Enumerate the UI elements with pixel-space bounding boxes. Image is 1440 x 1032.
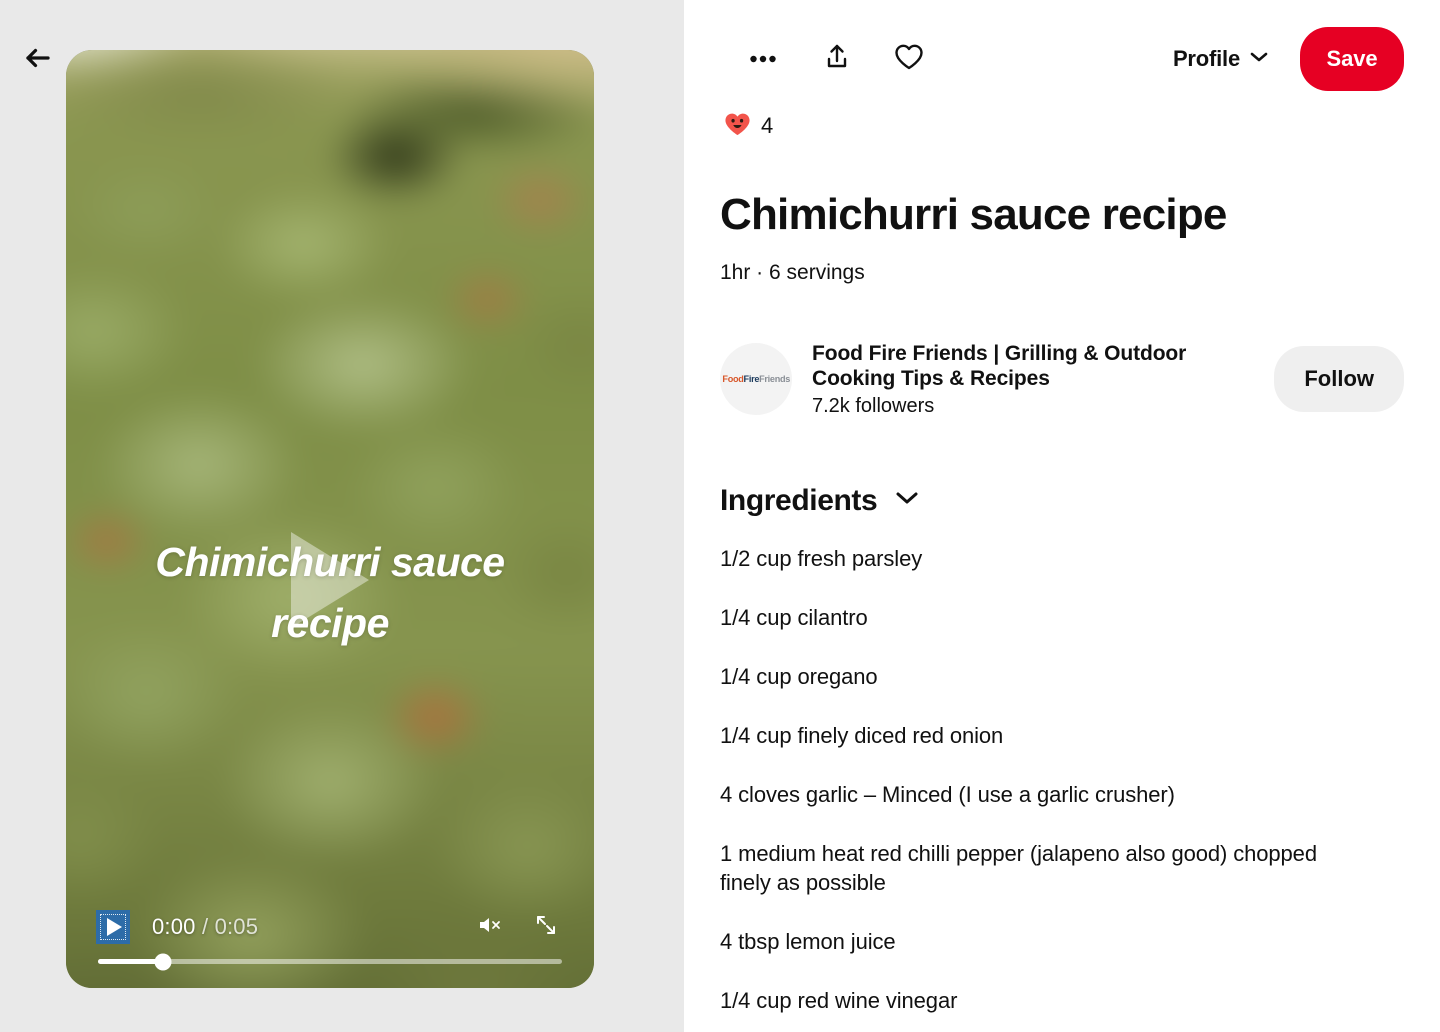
more-options-button[interactable] xyxy=(740,36,786,82)
heart-face-reaction-icon xyxy=(724,111,751,142)
follow-button[interactable]: Follow xyxy=(1274,346,1404,413)
avatar-logo-part3: Friends xyxy=(758,373,790,385)
video-title-overlay: Chimichurri sauce recipe xyxy=(155,539,505,646)
video-controls-row: 0:00 / 0:05 xyxy=(96,905,564,949)
ingredients-list: 1/2 cup fresh parsley 1/4 cup cilantro 1… xyxy=(720,544,1404,1015)
share-icon xyxy=(824,43,850,76)
profile-selector[interactable]: Profile xyxy=(1165,40,1276,78)
list-item: 1/4 cup red wine vinegar xyxy=(720,988,958,1014)
pin-detail-page: Chimichurri sauce recipe 0:00 / 0:05 Pro… xyxy=(0,0,1440,1032)
time-display: 0:00 / 0:05 xyxy=(152,914,258,940)
ingredients-section-header[interactable]: Ingredients xyxy=(720,484,919,518)
recipe-meta: 1hr · 6 servings xyxy=(720,260,865,284)
fullscreen-icon xyxy=(534,913,558,942)
more-horizontal-icon xyxy=(750,50,776,68)
avatar-logo-part2: Fire xyxy=(743,373,759,385)
mute-button[interactable] xyxy=(472,909,508,945)
chevron-down-icon xyxy=(1250,50,1268,68)
list-item: 1/4 cup finely diced red onion xyxy=(720,722,1004,748)
list-item: 1/2 cup fresh parsley xyxy=(720,545,923,571)
creator-info[interactable]: Food Fire Friends | Grilling & Outdoor C… xyxy=(812,341,1258,418)
volume-muted-icon xyxy=(477,914,503,941)
heart-outline-icon xyxy=(894,43,924,76)
details-panel: Profile Save 4 Chimichurri sauce recipe … xyxy=(684,0,1440,1032)
creator-followers: 7.2k followers xyxy=(812,394,935,417)
video-player[interactable]: Chimichurri sauce recipe 0:00 / 0:05 xyxy=(66,50,594,988)
avatar[interactable]: FoodFireFriends xyxy=(720,343,792,416)
share-button[interactable] xyxy=(814,36,860,82)
play-icon xyxy=(107,918,122,936)
list-item: 1 medium heat red chilli pepper (jalapen… xyxy=(720,840,1317,895)
action-bar: Profile Save xyxy=(720,0,1404,112)
duration: 0:05 xyxy=(214,914,259,939)
profile-selector-label: Profile xyxy=(1172,46,1240,71)
page-title: Chimichurri sauce recipe xyxy=(720,190,1227,239)
ingredients-title: Ingredients xyxy=(720,483,878,517)
list-item: 1/4 cup cilantro xyxy=(720,604,868,630)
progress-fill xyxy=(98,959,163,964)
chevron-down-icon xyxy=(895,490,919,511)
media-panel: Chimichurri sauce recipe 0:00 / 0:05 xyxy=(0,0,684,1032)
save-button[interactable]: Save xyxy=(1300,27,1404,91)
avatar-logo-text: FoodFireFriends xyxy=(722,374,790,385)
video-controls: 0:00 / 0:05 xyxy=(66,905,594,970)
play-button[interactable] xyxy=(96,910,130,944)
arrow-left-icon xyxy=(23,43,53,78)
like-button[interactable] xyxy=(886,36,932,82)
video-poster-image xyxy=(66,50,594,988)
fullscreen-button[interactable] xyxy=(528,909,564,945)
creator-name: Food Fire Friends | Grilling & Outdoor C… xyxy=(812,341,1187,391)
current-time: 0:00 xyxy=(152,914,196,939)
back-button[interactable] xyxy=(18,40,58,80)
list-item: 4 cloves garlic – Minced (I use a garlic… xyxy=(720,781,1175,807)
avatar-logo-part1: Food xyxy=(722,373,744,385)
progress-knob[interactable] xyxy=(154,953,172,970)
list-item: 1/4 cup oregano xyxy=(720,663,878,689)
creator-row: FoodFireFriends Food Fire Friends | Gril… xyxy=(720,341,1404,418)
video-progress-bar[interactable] xyxy=(98,953,562,970)
list-item: 4 tbsp lemon juice xyxy=(720,929,896,955)
time-separator: / xyxy=(201,914,209,939)
reaction-count: 4 xyxy=(761,113,774,138)
reaction-row[interactable]: 4 xyxy=(724,106,1404,146)
